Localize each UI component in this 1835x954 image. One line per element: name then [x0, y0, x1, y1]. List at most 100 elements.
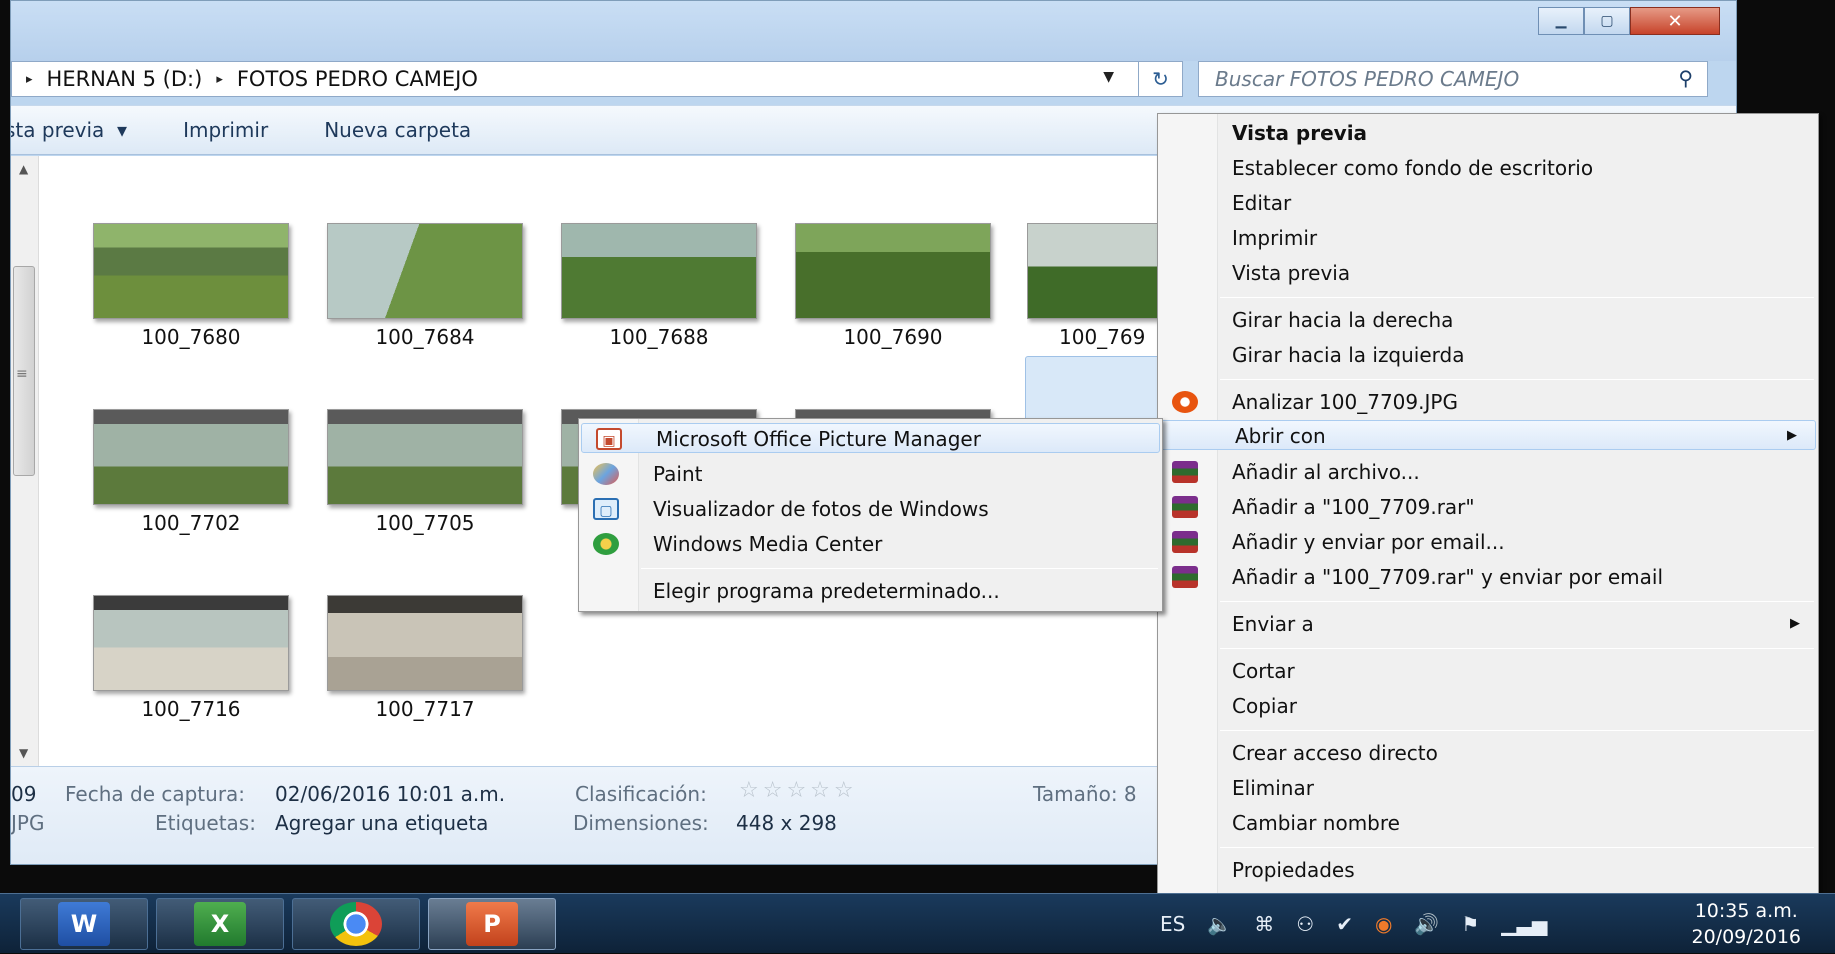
rating-stars[interactable]: ☆☆☆☆☆ — [739, 778, 858, 803]
file-name: 100_7705 — [375, 511, 475, 535]
menu-item-add-to-archive[interactable]: Añadir al archivo... — [1158, 457, 1818, 487]
menu-item-cut[interactable]: Cortar — [1158, 656, 1818, 686]
picture-manager-icon: ▣ — [596, 428, 622, 450]
tags-label: Etiquetas: — [155, 811, 256, 835]
winrar-icon — [1172, 496, 1198, 518]
file-item[interactable]: 100_7688 — [559, 223, 759, 349]
file-name: 100_769 — [1059, 325, 1146, 349]
network-signal-icon[interactable]: ▁▃▅ — [1501, 912, 1547, 936]
speaker-icon[interactable]: 🔈 — [1207, 912, 1232, 936]
file-item[interactable]: 100_769 — [1027, 223, 1177, 349]
menu-item-add-and-email[interactable]: Añadir y enviar por email... — [1158, 527, 1818, 557]
thumbnail-image — [93, 223, 289, 319]
antivirus-icon — [1172, 391, 1198, 413]
new-folder-button[interactable]: Nueva carpeta — [324, 118, 471, 142]
taskbar-powerpoint-button[interactable]: P — [428, 898, 556, 950]
thumbnail-image — [795, 223, 991, 319]
antivirus-tray-icon[interactable]: ◉ — [1375, 912, 1392, 936]
preview-button[interactable]: sta previa ▾ — [11, 118, 127, 142]
volume-icon[interactable]: 🔊 — [1414, 912, 1439, 936]
file-type: JPG — [11, 811, 45, 835]
thumbnail-image — [93, 409, 289, 505]
address-bar[interactable]: ▸ HERNAN 5 (D:) ▸ FOTOS PEDRO CAMEJO ▼ ↻ — [11, 61, 1183, 97]
menu-item-send-to[interactable]: Enviar a ▶ — [1158, 609, 1818, 639]
scroll-up-icon[interactable]: ▲ — [19, 162, 28, 176]
file-name: 100_7717 — [375, 697, 475, 721]
thumbnail-image — [1027, 223, 1177, 319]
file-name-short: 09 — [11, 782, 37, 806]
capture-value: 02/06/2016 10:01 a.m. — [275, 782, 506, 806]
close-button[interactable]: ✕ — [1630, 7, 1720, 35]
clock[interactable]: 10:35 a.m. 20/09/2016 — [1691, 898, 1801, 950]
size-label: Tamaño: 8 — [1033, 782, 1137, 806]
title-bar: ▁ ▢ ✕ — [11, 1, 1736, 61]
menu-item-set-wallpaper[interactable]: Establecer como fondo de escritorio — [1158, 153, 1818, 183]
menu-item-rotate-left[interactable]: Girar hacia la izquierda — [1158, 340, 1818, 370]
file-name: 100_7716 — [141, 697, 241, 721]
file-item[interactable]: 100_7716 — [91, 595, 291, 721]
menu-item-rename[interactable]: Cambiar nombre — [1158, 808, 1818, 838]
thumbnail-image — [327, 595, 523, 691]
menu-item-rotate-right[interactable]: Girar hacia la derecha — [1158, 305, 1818, 335]
shield-check-icon[interactable]: ✔ — [1336, 912, 1353, 936]
menu-item-add-rar-and-email[interactable]: Añadir a "100_7709.rar" y enviar por ema… — [1158, 562, 1818, 592]
file-name: 100_7690 — [843, 325, 943, 349]
refresh-icon[interactable]: ↻ — [1138, 62, 1182, 96]
menu-item-scan[interactable]: Analizar 100_7709.JPG — [1158, 387, 1818, 417]
menu-item-copy[interactable]: Copiar — [1158, 691, 1818, 721]
winrar-icon — [1172, 566, 1198, 588]
file-item[interactable]: 100_7705 — [325, 409, 525, 535]
plugin-icon[interactable]: ⌘ — [1254, 912, 1274, 936]
search-input[interactable]: Buscar FOTOS PEDRO CAMEJO ⚲ — [1198, 61, 1708, 97]
taskbar-excel-button[interactable]: X — [156, 898, 284, 950]
menu-item-add-to-rar[interactable]: Añadir a "100_7709.rar" — [1158, 492, 1818, 522]
menu-item-photo-viewer[interactable]: ▢ Visualizador de fotos de Windows — [579, 494, 1162, 524]
menu-item-choose-default[interactable]: Elegir programa predeterminado... — [579, 576, 1162, 606]
menu-item-preview[interactable]: Vista previa — [1158, 258, 1818, 288]
taskbar-word-button[interactable]: W — [20, 898, 148, 950]
excel-icon: X — [194, 902, 246, 946]
print-button[interactable]: Imprimir — [183, 118, 268, 142]
file-item[interactable]: 100_7680 — [91, 223, 291, 349]
menu-item-open-with[interactable]: Abrir con ▶ — [1160, 420, 1816, 450]
taskbar-chrome-button[interactable] — [292, 898, 420, 950]
context-menu: Vista previa Establecer como fondo de es… — [1157, 113, 1819, 895]
thumbnail-image — [327, 223, 523, 319]
file-name: 100_7688 — [609, 325, 709, 349]
file-item[interactable]: 100_7690 — [793, 223, 993, 349]
menu-item-print[interactable]: Imprimir — [1158, 223, 1818, 253]
device-icon[interactable]: ⚇ — [1296, 912, 1314, 936]
paint-icon — [593, 463, 619, 485]
scroll-down-icon[interactable]: ▼ — [19, 746, 28, 760]
menu-item-picture-manager[interactable]: ▣ Microsoft Office Picture Manager — [581, 423, 1160, 453]
capture-label: Fecha de captura: — [65, 782, 246, 806]
menu-item-paint[interactable]: Paint — [579, 459, 1162, 489]
breadcrumb-drive[interactable]: HERNAN 5 (D:) — [47, 67, 203, 91]
menu-item-properties[interactable]: Propiedades — [1158, 855, 1818, 885]
breadcrumb-arrow-icon: ▸ — [216, 71, 223, 87]
menu-item-preview-bold[interactable]: Vista previa — [1158, 118, 1818, 148]
file-name: 100_7680 — [141, 325, 241, 349]
maximize-button[interactable]: ▢ — [1584, 7, 1630, 35]
menu-item-edit[interactable]: Editar — [1158, 188, 1818, 218]
address-dropdown-icon[interactable]: ▼ — [1103, 69, 1114, 85]
menu-item-create-shortcut[interactable]: Crear acceso directo — [1158, 738, 1818, 768]
word-icon: W — [58, 902, 110, 946]
vertical-scrollbar[interactable]: ▲ ≡ ▼ — [11, 156, 39, 766]
file-item[interactable]: 100_7717 — [325, 595, 525, 721]
search-icon[interactable]: ⚲ — [1678, 66, 1693, 90]
thumbnail-image — [327, 409, 523, 505]
clock-date: 20/09/2016 — [1691, 926, 1801, 948]
minimize-button[interactable]: ▁ — [1538, 7, 1584, 35]
menu-item-delete[interactable]: Eliminar — [1158, 773, 1818, 803]
language-indicator[interactable]: ES — [1160, 912, 1185, 936]
menu-item-media-center[interactable]: Windows Media Center — [579, 529, 1162, 559]
dimensions-label: Dimensiones: — [573, 811, 709, 835]
chrome-icon — [330, 902, 382, 946]
tags-value[interactable]: Agregar una etiqueta — [275, 811, 488, 835]
file-item[interactable]: 100_7684 — [325, 223, 525, 349]
file-item[interactable]: 100_7702 — [91, 409, 291, 535]
file-name: 100_7684 — [375, 325, 475, 349]
breadcrumb-folder[interactable]: FOTOS PEDRO CAMEJO — [237, 67, 478, 91]
action-center-flag-icon[interactable]: ⚑ — [1461, 912, 1479, 936]
